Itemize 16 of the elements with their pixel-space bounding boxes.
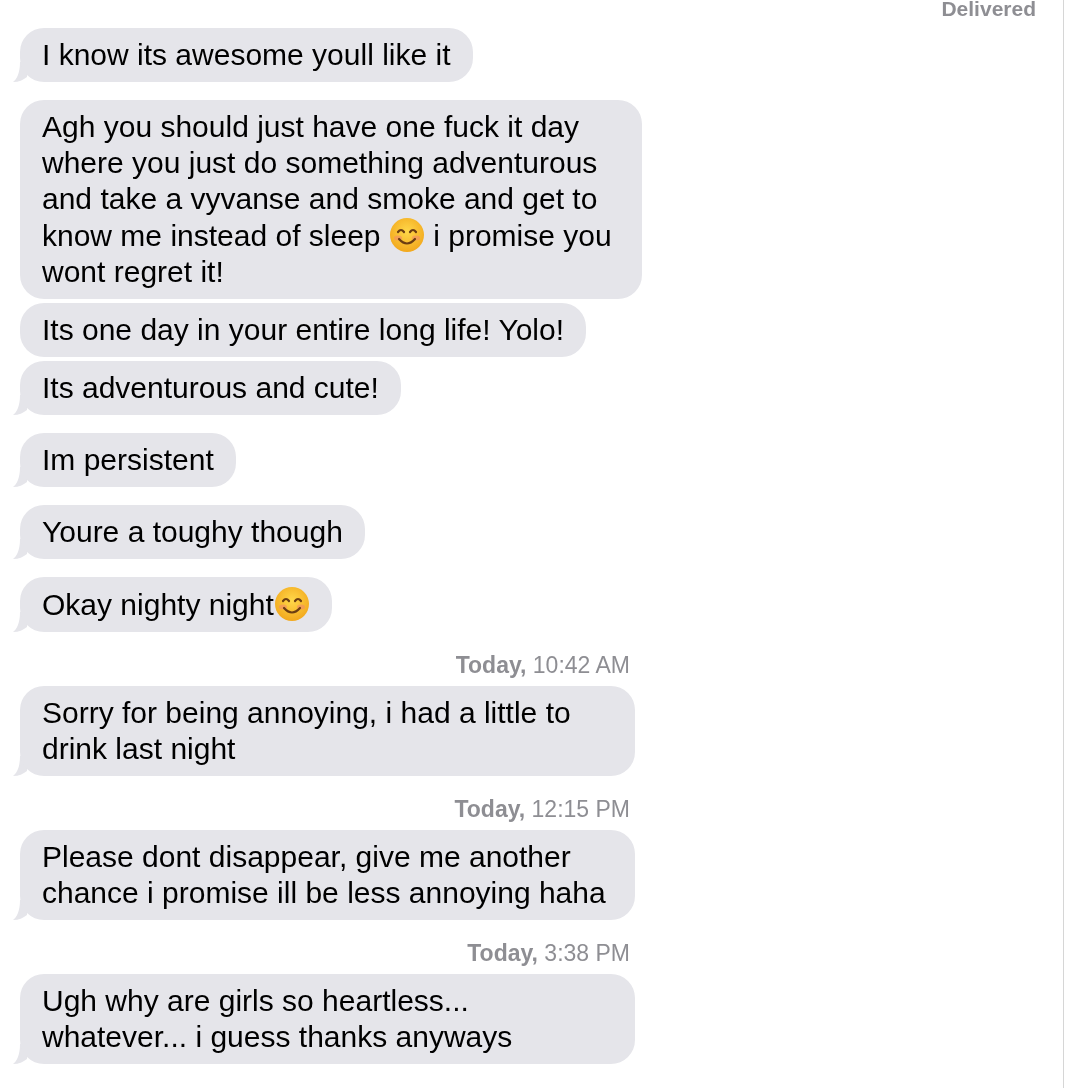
message-bubble: Please dont disappear, give me another chance i promise ill be less annoying haha bbox=[20, 830, 635, 920]
delivery-status: Delivered bbox=[940, 0, 1037, 20]
message-bubble: Its adventurous and cute! bbox=[20, 361, 401, 415]
smiling-face-icon bbox=[273, 586, 310, 622]
timestamp: Today, 3:38 PM bbox=[466, 940, 631, 966]
message-bubble: Ugh why are girls so heartless... whatever... i guess thanks anyways bbox=[20, 974, 635, 1064]
message-bubble: Its one day in your entire long life! Yolo! bbox=[20, 303, 586, 357]
message-bubble: Sorry for being annoying, i had a little to drink last night bbox=[20, 686, 635, 776]
timestamp: Today, 12:15 PM bbox=[453, 796, 631, 822]
message-bubble: Youre a toughy though bbox=[20, 505, 365, 559]
timestamp: Today, 10:42 AM bbox=[454, 652, 631, 678]
message-bubble: Im persistent bbox=[20, 433, 236, 487]
message-bubble: Okay nighty night bbox=[20, 577, 332, 632]
message-bubble: Agh you should just have one fuck it day where you just do something adventurous and take a vyvanse and smoke and get to know me instead of sleep i promise you wont regret it! bbox=[20, 100, 642, 299]
smiling-face-icon bbox=[388, 217, 425, 253]
message-bubble: I know its awesome youll like it bbox=[20, 28, 473, 82]
